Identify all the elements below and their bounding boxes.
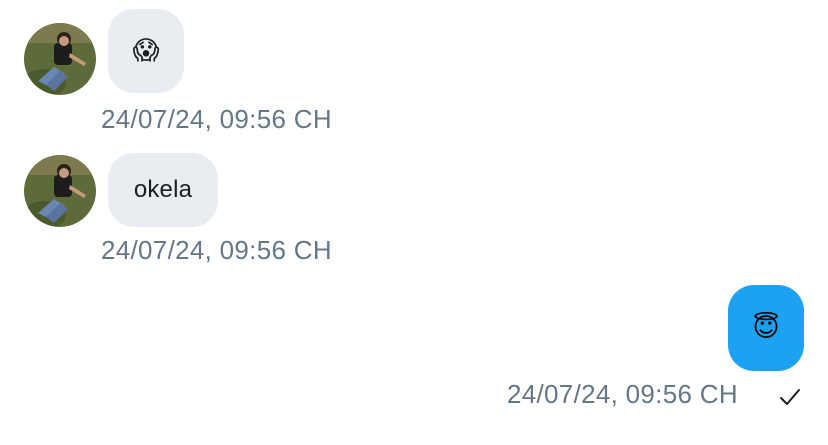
checkmark-icon [780,389,800,405]
emoji-smiling-face-with-halo: 😇 [752,313,780,343]
message-bubble[interactable]: 😇 [728,285,804,371]
message-outgoing-1: 😇 24/07/24, 09:56 CH [0,0,828,445]
message-timestamp: 24/07/24, 09:56 CH [507,379,738,409]
